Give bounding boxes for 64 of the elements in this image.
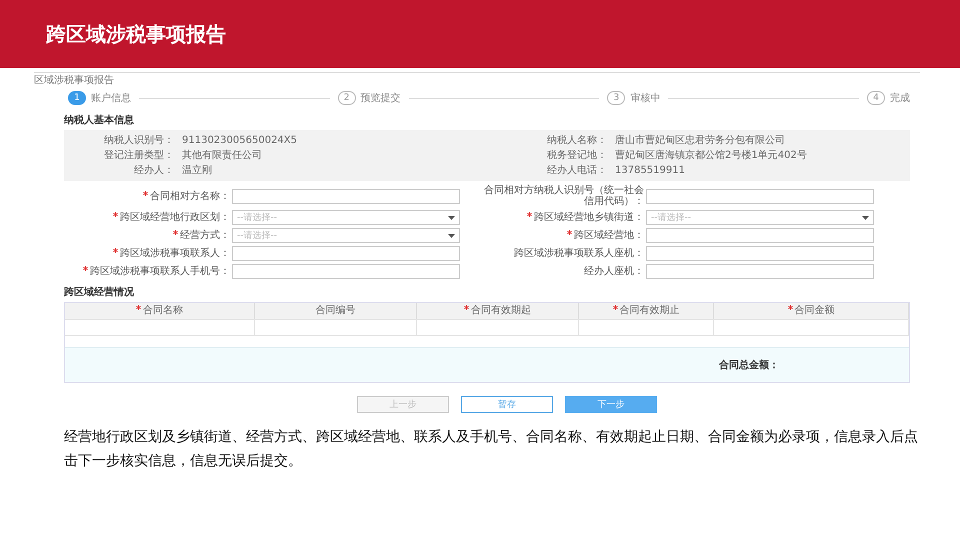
step-number: 2 xyxy=(338,91,356,105)
caret-icon xyxy=(448,216,455,220)
caret-icon xyxy=(448,234,455,238)
info-value: 9113023005650024X5 xyxy=(181,134,298,148)
field-label: 跨区域涉税事项联系人手机号： xyxy=(64,266,230,277)
section-title: 纳税人基本信息 xyxy=(64,114,135,127)
column-header: 合同编号 xyxy=(255,303,417,319)
info-label: 纳税人识别号： xyxy=(103,134,174,148)
field-label: 合同相对方纳税人识别号（统一社会信用代码）： xyxy=(484,185,644,207)
field-label: 合同相对方名称： xyxy=(64,190,230,202)
column-header: 合同名称 xyxy=(65,303,255,319)
field-label: 跨区域经营地行政区划： xyxy=(64,212,230,223)
column-header: 合同金额 xyxy=(714,303,909,319)
select-field[interactable]: --请选择-- xyxy=(232,210,460,225)
step-number: 4 xyxy=(867,91,886,105)
caret-icon xyxy=(862,216,869,220)
step-label: 审核中 xyxy=(630,92,660,105)
table-cell[interactable] xyxy=(579,319,714,336)
step-number: 1 xyxy=(68,91,86,105)
section-title: 跨区域经营情况 xyxy=(64,286,135,299)
input-field[interactable] xyxy=(232,264,460,279)
select-field[interactable]: --请选择-- xyxy=(646,210,874,225)
info-label: 经办人电话： xyxy=(546,164,607,178)
column-header: 合同有效期起 xyxy=(417,303,579,319)
field-label: 跨区域经营地乡镇街道： xyxy=(484,212,644,223)
field-label: 跨区域涉税事项联系人： xyxy=(64,248,230,259)
breadcrumb: 区域涉税事项报告 xyxy=(34,74,115,87)
step-label: 完成 xyxy=(890,92,910,105)
step-button[interactable]: 暂存 xyxy=(461,396,553,413)
select-placeholder: --请选择-- xyxy=(651,212,691,224)
input-field[interactable] xyxy=(232,188,460,204)
input-field[interactable] xyxy=(646,264,874,279)
caption-text: 经营地行政区划及乡镇街道、经营方式、跨区域经营地、联系人及手机号、合同名称、有效期起止日期、合同金额为必录项，信息录入后点击下一步核实信息，信息无误后提交。 xyxy=(64,428,919,471)
step-button[interactable]: 下一步 xyxy=(565,396,657,413)
select-placeholder: --请选择-- xyxy=(237,212,277,224)
info-label: 登记注册类型： xyxy=(103,148,174,163)
field-label: 经办人座机： xyxy=(583,266,644,277)
select-field[interactable]: --请选择-- xyxy=(232,228,460,243)
info-value: 13785519911 xyxy=(614,164,685,178)
info-value: 温立刚 xyxy=(181,164,212,178)
total-label: 合同总金额： xyxy=(719,358,779,372)
table-cell[interactable] xyxy=(417,319,579,336)
info-label: 经办人： xyxy=(133,164,174,178)
field-label: 跨区域经营地： xyxy=(484,230,644,241)
info-value: 唐山市曹妃甸区忠君劳务分包有限公司 xyxy=(614,134,785,148)
table-cell[interactable] xyxy=(714,319,909,336)
input-field[interactable] xyxy=(646,246,874,261)
info-value: 其他有限责任公司 xyxy=(181,148,262,163)
select-placeholder: --请选择-- xyxy=(237,230,277,242)
step-label: 账户信息 xyxy=(91,92,131,105)
input-field[interactable] xyxy=(646,228,874,243)
slide-title: 跨区域涉税事项报告 xyxy=(46,20,226,48)
info-value: 曹妃甸区唐海镇京都公馆2号楼1单元402号 xyxy=(614,148,807,163)
step-label: 预览提交 xyxy=(360,92,401,105)
info-label: 税务登记地： xyxy=(546,148,607,163)
column-header: 合同有效期止 xyxy=(579,303,714,319)
input-field[interactable] xyxy=(232,246,460,261)
info-label: 纳税人名称： xyxy=(546,134,607,148)
table-cell[interactable] xyxy=(65,319,255,336)
table-cell[interactable] xyxy=(255,319,417,336)
step-number: 3 xyxy=(607,91,626,105)
field-label: 跨区域涉税事项联系人座机： xyxy=(513,248,644,259)
input-field[interactable] xyxy=(646,188,874,204)
field-label: 经营方式： xyxy=(64,230,230,241)
